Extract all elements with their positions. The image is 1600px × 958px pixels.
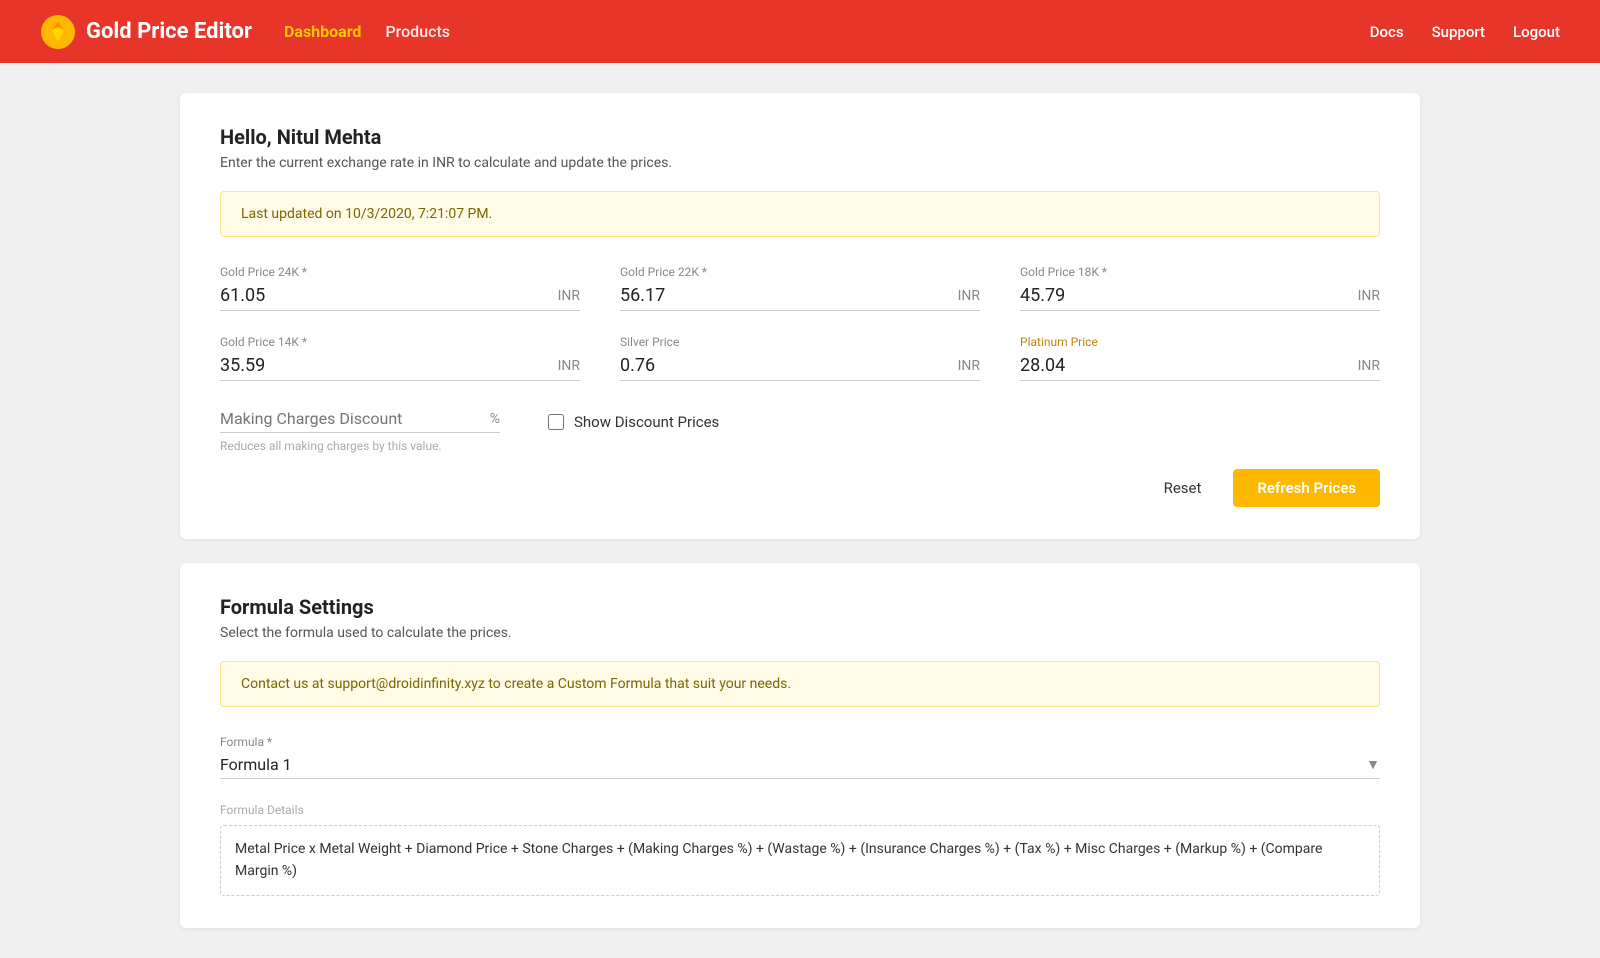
refresh-prices-button[interactable]: Refresh Prices [1233, 469, 1380, 507]
discount-row: % Reduces all making charges by this val… [220, 409, 1380, 453]
nav-logout[interactable]: Logout [1513, 23, 1560, 41]
show-discount-label[interactable]: Show Discount Prices [548, 413, 719, 431]
platinum-price-input[interactable] [1020, 355, 1350, 376]
last-updated-banner: Last updated on 10/3/2020, 7:21:07 PM. [220, 191, 1380, 237]
platinum-price-field: Platinum Price INR [1020, 335, 1380, 381]
making-charges-input[interactable] [220, 409, 490, 428]
gold-18k-label: Gold Price 18K [1020, 265, 1380, 279]
reset-button[interactable]: Reset [1148, 471, 1218, 505]
nav-links: Dashboard Products [284, 22, 1338, 41]
platinum-price-label: Platinum Price [1020, 335, 1380, 349]
platinum-price-currency: INR [1358, 358, 1380, 374]
gold-14k-currency: INR [558, 358, 580, 374]
formula-select-group: Formula Formula 1 Formula 2 Custom ▼ [220, 735, 1380, 779]
gold-14k-field: Gold Price 14K INR [220, 335, 580, 381]
discount-hint: Reduces all making charges by this value… [220, 439, 500, 453]
nav-products[interactable]: Products [385, 22, 450, 41]
subtitle: Enter the current exchange rate in INR t… [220, 155, 1380, 171]
greeting: Hello, Nitul Mehta [220, 125, 1380, 149]
brand-logo[interactable]: Gold Price Editor [40, 14, 252, 50]
formula-details-group: Formula Details Metal Price x Metal Weig… [220, 803, 1380, 896]
formula-settings-card: Formula Settings Select the formula used… [180, 563, 1420, 928]
gold-18k-currency: INR [1358, 288, 1380, 304]
formula-title: Formula Settings [220, 595, 1380, 619]
price-editor-card: Hello, Nitul Mehta Enter the current exc… [180, 93, 1420, 539]
gold-24k-input[interactable] [220, 285, 550, 306]
gold-18k-input[interactable] [1020, 285, 1350, 306]
gold-18k-field: Gold Price 18K INR [1020, 265, 1380, 311]
formula-info-banner: Contact us at support@droidinfinity.xyz … [220, 661, 1380, 707]
nav-right: Docs Support Logout [1370, 23, 1560, 41]
show-discount-checkbox[interactable] [548, 414, 564, 430]
gold-14k-label: Gold Price 14K [220, 335, 580, 349]
silver-price-currency: INR [958, 358, 980, 374]
price-grid: Gold Price 24K INR Gold Price 22K INR Go… [220, 265, 1380, 381]
navbar: Gold Price Editor Dashboard Products Doc… [0, 0, 1600, 63]
formula-subtitle: Select the formula used to calculate the… [220, 625, 1380, 641]
percent-symbol: % [490, 411, 500, 427]
gold-14k-input[interactable] [220, 355, 550, 376]
silver-price-input[interactable] [620, 355, 950, 376]
formula-details-text: Metal Price x Metal Weight + Diamond Pri… [220, 825, 1380, 896]
brand-label: Gold Price Editor [86, 19, 252, 44]
silver-price-field: Silver Price INR [620, 335, 980, 381]
gold-24k-currency: INR [558, 288, 580, 304]
gold-22k-input[interactable] [620, 285, 950, 306]
making-charges-field: % Reduces all making charges by this val… [220, 409, 500, 453]
nav-support[interactable]: Support [1432, 23, 1485, 41]
formula-select[interactable]: Formula 1 Formula 2 Custom [220, 755, 1366, 774]
silver-price-label: Silver Price [620, 335, 980, 349]
formula-details-label: Formula Details [220, 803, 1380, 817]
page-content: Hello, Nitul Mehta Enter the current exc… [0, 63, 1600, 958]
gold-22k-currency: INR [958, 288, 980, 304]
gold-22k-label: Gold Price 22K [620, 265, 980, 279]
select-arrow-icon: ▼ [1366, 756, 1380, 773]
show-discount-text: Show Discount Prices [574, 413, 719, 431]
gold-22k-field: Gold Price 22K INR [620, 265, 980, 311]
gold-24k-label: Gold Price 24K [220, 265, 580, 279]
action-row: Reset Refresh Prices [220, 469, 1380, 507]
nav-docs[interactable]: Docs [1370, 23, 1404, 41]
nav-dashboard[interactable]: Dashboard [284, 22, 361, 41]
gold-24k-field: Gold Price 24K INR [220, 265, 580, 311]
brand-icon [40, 14, 76, 50]
formula-label: Formula [220, 735, 1380, 749]
